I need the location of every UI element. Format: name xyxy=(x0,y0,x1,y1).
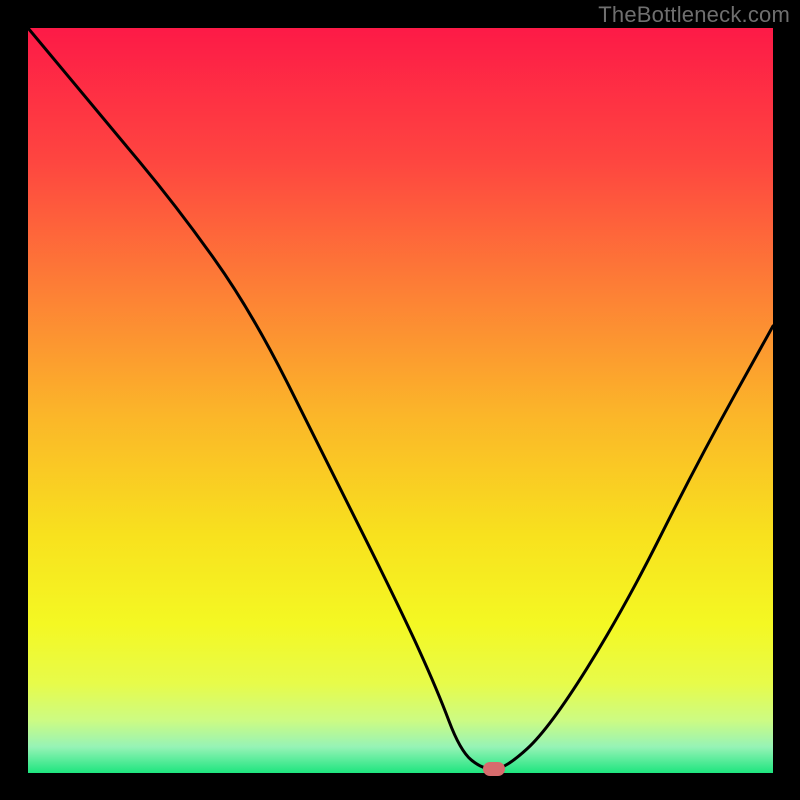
plot-area xyxy=(28,28,773,773)
chart-svg xyxy=(28,28,773,773)
watermark-text: TheBottleneck.com xyxy=(598,2,790,28)
gradient-background xyxy=(28,28,773,773)
optimum-marker xyxy=(483,762,505,776)
chart-container: TheBottleneck.com xyxy=(0,0,800,800)
